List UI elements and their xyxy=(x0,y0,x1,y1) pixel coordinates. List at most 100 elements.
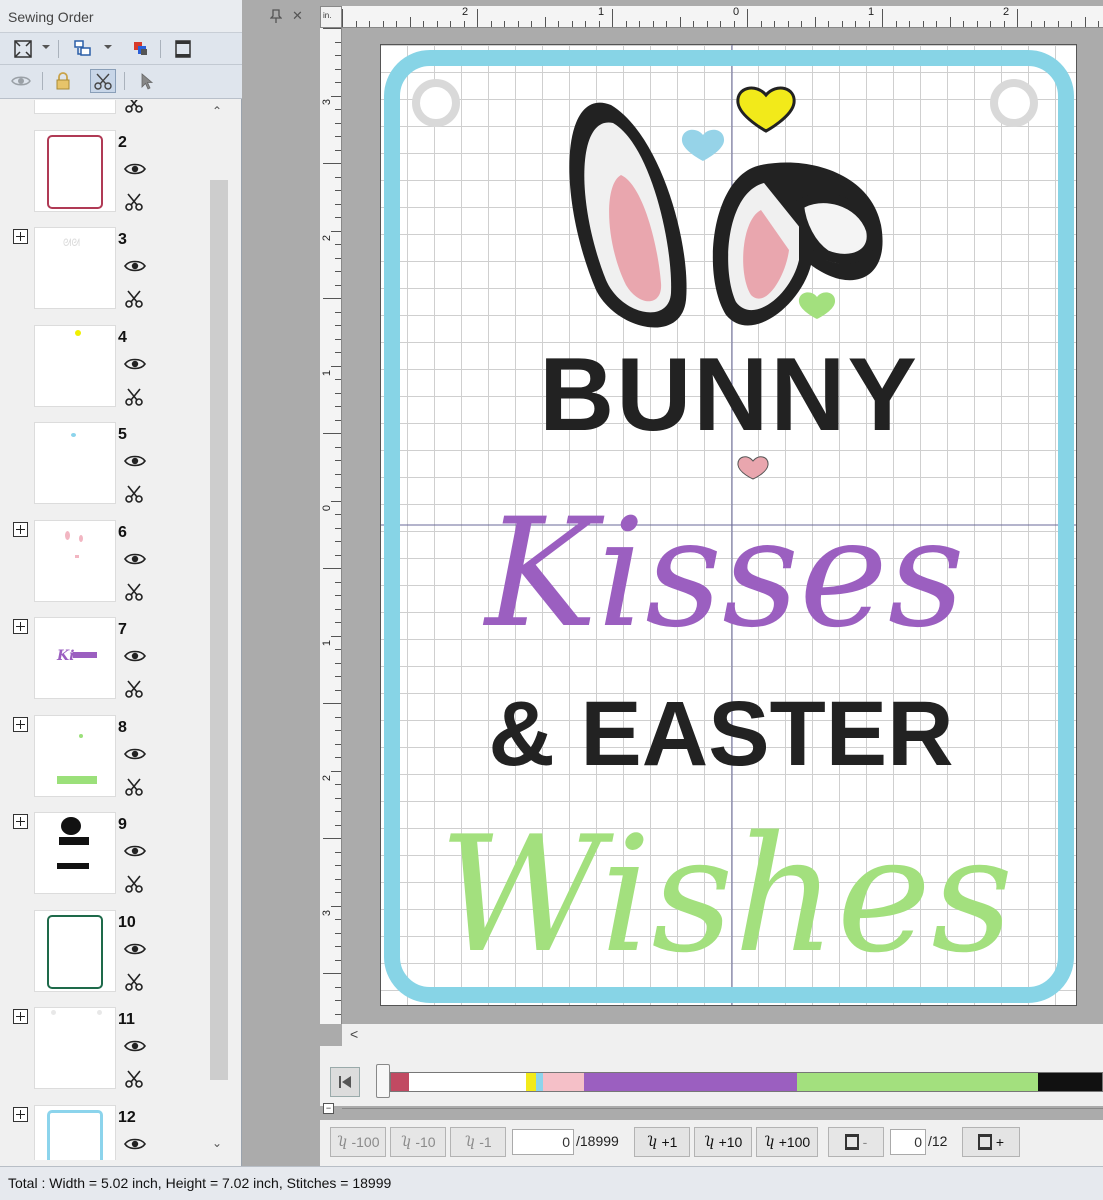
sequence-item[interactable]: 2 xyxy=(0,129,208,227)
sequence-thumbnail[interactable] xyxy=(34,129,116,212)
thread-color-segment[interactable] xyxy=(536,1073,543,1091)
chevron-down-icon[interactable]: ⌄ xyxy=(212,1136,222,1150)
scrollbar-thumb[interactable] xyxy=(210,180,228,1080)
hoop-grid[interactable]: BUNNY Kisses & EASTER Wishes xyxy=(380,44,1077,1006)
stitch-minus-100-button[interactable]: ʮ -100 xyxy=(330,1127,386,1157)
grommet-hole-left xyxy=(412,79,460,127)
design-canvas[interactable]: BUNNY Kisses & EASTER Wishes xyxy=(342,28,1103,1024)
expand-icon[interactable] xyxy=(13,814,28,829)
thread-color-segment[interactable] xyxy=(542,1073,585,1091)
chevron-up-icon[interactable]: ⌃ xyxy=(212,104,222,118)
stitch-plus-1-button[interactable]: ʮ +1 xyxy=(634,1127,690,1157)
eye-icon[interactable] xyxy=(124,162,146,178)
cut-icon[interactable] xyxy=(124,972,146,992)
sequence-item[interactable] xyxy=(0,100,208,129)
thread-color-segment[interactable] xyxy=(797,1073,1039,1091)
sequence-thumbnail[interactable] xyxy=(34,1007,116,1089)
expand-icon[interactable] xyxy=(13,716,28,732)
eye-icon[interactable] xyxy=(124,259,146,275)
horizontal-scrollbar[interactable]: < xyxy=(342,1024,1103,1046)
thread-color-bar[interactable] xyxy=(390,1072,1103,1092)
sequence-item[interactable]: 10 xyxy=(0,909,208,1007)
expand-icon[interactable] xyxy=(13,521,28,537)
chevron-left-icon[interactable]: < xyxy=(350,1026,358,1042)
embroidery-design[interactable]: BUNNY Kisses & EASTER Wishes xyxy=(381,45,1076,1005)
chevron-down-icon[interactable] xyxy=(42,45,50,49)
color-number-input[interactable]: 0 xyxy=(890,1129,926,1155)
sequence-thumbnail[interactable] xyxy=(34,714,116,797)
eye-icon[interactable] xyxy=(124,1039,146,1055)
stitch-slider-handle[interactable] xyxy=(376,1064,390,1098)
stitch-minus-1-button[interactable]: ʮ -1 xyxy=(450,1127,506,1157)
collapse-button[interactable]: − xyxy=(323,1103,334,1114)
stitch-plus-10-button[interactable]: ʮ +10 xyxy=(694,1127,752,1157)
thread-color-segment[interactable] xyxy=(1038,1073,1102,1091)
color-minus-button[interactable]: - xyxy=(828,1127,884,1157)
ruler-label: 1 xyxy=(321,369,334,377)
group-order-icon[interactable] xyxy=(70,37,96,61)
sequence-thumbnail[interactable]: Ki xyxy=(34,617,116,699)
cut-icon[interactable] xyxy=(124,679,146,699)
close-icon[interactable]: ✕ xyxy=(292,8,303,24)
hoop-frame-icon[interactable] xyxy=(170,37,196,61)
sequence-item[interactable]: 12 xyxy=(0,1104,208,1160)
cut-icon[interactable] xyxy=(124,484,146,504)
sequence-item[interactable]: 8 xyxy=(0,714,208,812)
sequence-thumbnail[interactable] xyxy=(34,324,116,407)
chevron-down-icon[interactable] xyxy=(104,45,112,49)
eye-icon[interactable] xyxy=(124,844,146,860)
color-order-icon[interactable] xyxy=(128,37,154,61)
eye-icon[interactable] xyxy=(124,357,146,373)
expand-icon[interactable] xyxy=(13,1009,28,1024)
jump-to-start-button[interactable] xyxy=(330,1067,360,1097)
sequence-item[interactable]: 11 xyxy=(0,1007,208,1104)
thread-color-segment[interactable] xyxy=(584,1073,798,1091)
stitch-minus-10-button[interactable]: ʮ -10 xyxy=(390,1127,446,1157)
sequence-thumbnail[interactable] xyxy=(34,100,116,114)
pin-icon[interactable] xyxy=(269,9,283,26)
cut-icon[interactable] xyxy=(124,874,146,894)
cut-icon[interactable] xyxy=(124,387,146,407)
eye-icon[interactable] xyxy=(124,747,146,763)
sequence-thumbnail[interactable] xyxy=(34,1104,116,1160)
cut-icon[interactable] xyxy=(124,582,146,602)
thread-color-segment[interactable] xyxy=(408,1073,526,1091)
sequence-thumbnail[interactable]: ᘛᘛ xyxy=(34,227,116,309)
lock-icon[interactable] xyxy=(50,69,76,93)
sequence-thumbnail[interactable] xyxy=(34,909,116,992)
ruler-label: 2 xyxy=(321,234,334,242)
sequence-thumbnail[interactable] xyxy=(34,519,116,602)
fit-view-icon[interactable] xyxy=(10,37,36,61)
sequence-item[interactable]: 9 xyxy=(0,812,208,909)
eye-icon[interactable] xyxy=(8,69,34,93)
eye-icon[interactable] xyxy=(124,552,146,568)
eye-icon[interactable] xyxy=(124,454,146,470)
cut-icon[interactable] xyxy=(124,289,146,309)
vertical-scrollbar[interactable]: ⌃ ⌄ xyxy=(208,100,230,1160)
cut-icon[interactable] xyxy=(124,100,146,114)
stitch-plus-100-button[interactable]: ʮ +100 xyxy=(756,1127,818,1157)
expand-icon[interactable] xyxy=(13,1106,28,1122)
cut-icon[interactable] xyxy=(124,1069,146,1089)
sequence-item[interactable]: 5 xyxy=(0,422,208,519)
sequence-thumbnail[interactable] xyxy=(34,422,116,504)
thread-color-segment[interactable] xyxy=(525,1073,537,1091)
stitch-number-input[interactable]: 0 xyxy=(512,1129,574,1155)
eye-icon[interactable] xyxy=(124,942,146,958)
eye-icon[interactable] xyxy=(124,1137,146,1153)
expand-icon[interactable] xyxy=(13,619,28,634)
sequence-item[interactable]: 6 xyxy=(0,519,208,617)
cut-icon[interactable] xyxy=(124,777,146,797)
expand-icon[interactable] xyxy=(13,229,28,244)
select-arrow-icon[interactable] xyxy=(134,69,160,93)
sequence-item[interactable]: Ki 7 xyxy=(0,617,208,714)
sequence-thumbnail[interactable] xyxy=(34,812,116,894)
cut-icon[interactable] xyxy=(124,192,146,212)
thread-color-segment[interactable] xyxy=(391,1073,409,1091)
sewing-order-panel: Sewing Order 2 ᘛᘛ 3 4 5 6 Ki 7 8 9 10 11… xyxy=(0,0,242,1166)
sequence-item[interactable]: ᘛᘛ 3 xyxy=(0,227,208,324)
sequence-item[interactable]: 4 xyxy=(0,324,208,422)
cut-toggle-icon[interactable] xyxy=(90,69,116,93)
eye-icon[interactable] xyxy=(124,649,146,665)
color-plus-button[interactable]: + xyxy=(962,1127,1020,1157)
